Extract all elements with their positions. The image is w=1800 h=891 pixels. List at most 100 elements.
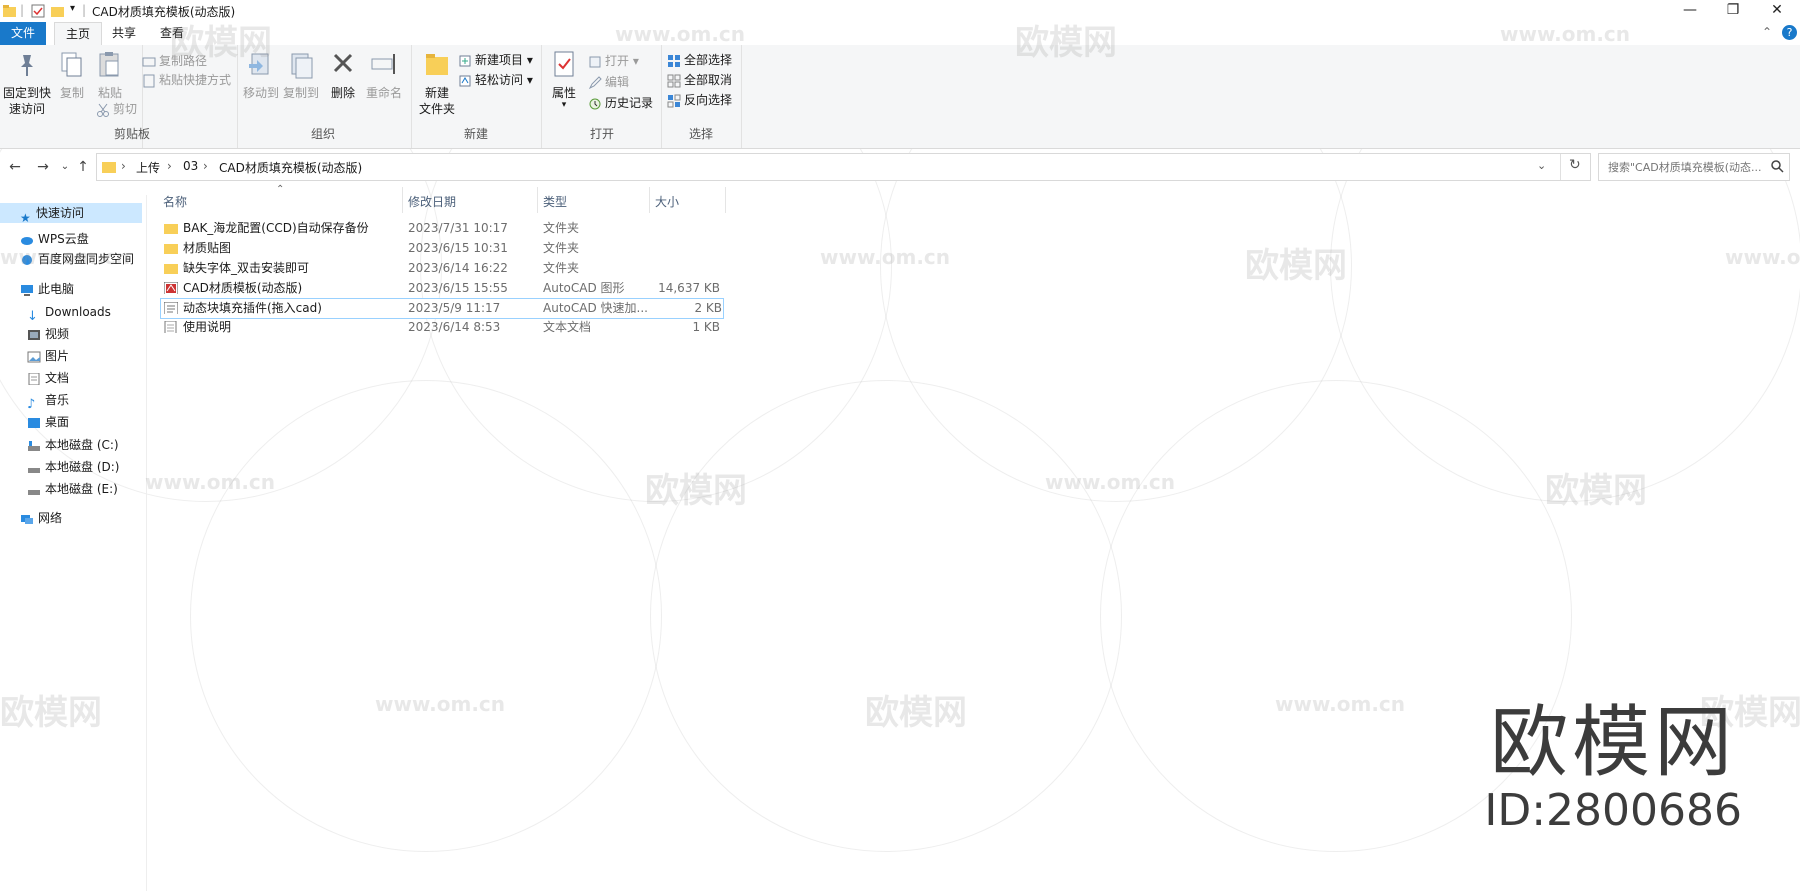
picture-icon [27, 351, 41, 362]
column-separator[interactable] [649, 187, 650, 213]
close-button[interactable]: ✕ [1757, 0, 1797, 22]
tab-file[interactable]: 文件 [0, 22, 46, 45]
tab-share[interactable]: 共享 [104, 22, 144, 45]
nav-item-baidu-sync[interactable]: 百度网盘同步空间 [20, 249, 134, 269]
rename-label: 重命名 [365, 86, 402, 100]
refresh-icon[interactable]: ↻ [1569, 157, 1581, 173]
file-type: 文件夹 [543, 261, 580, 275]
minimize-button[interactable]: — [1670, 0, 1710, 22]
address-bar[interactable]: › 上传 › 03 › CAD材质填充模板(动态版) ⌄ ↻ [96, 153, 1591, 181]
nav-item-downloads[interactable]: ↓ Downloads [27, 302, 111, 324]
tab-view[interactable]: 查看 [152, 22, 192, 45]
delete-button[interactable]: 删除 [326, 49, 360, 101]
properties-dropdown-icon[interactable]: ▾ [546, 101, 582, 110]
help-icon[interactable]: ? [1782, 25, 1797, 40]
nav-item-documents[interactable]: 文档 [27, 368, 69, 388]
clipboard-group-label: 剪贴板 [113, 127, 150, 141]
nav-item-drive-d[interactable]: 本地磁盘 (D:) [27, 457, 119, 477]
forward-arrow-icon[interactable]: → [34, 158, 52, 176]
column-header-date[interactable]: 修改日期 [408, 193, 456, 211]
file-date: 2023/6/15 15:55 [408, 281, 508, 295]
watermark-site: www.om.cn [820, 245, 951, 269]
copy-path-button[interactable]: 复制路径 [142, 52, 207, 70]
file-name: 使用说明 [183, 320, 232, 334]
file-row[interactable]: 缺失字体_双击安装即可 2023/6/14 16:22 文件夹 [160, 259, 722, 278]
pc-icon [21, 284, 33, 296]
history-icon [589, 98, 601, 109]
nav-item-wps-cloud[interactable]: WPS云盘 [20, 229, 89, 249]
new-folder-qa-icon[interactable] [50, 3, 66, 19]
search-input[interactable] [1606, 160, 1770, 175]
invert-selection-button[interactable]: 反向选择 [667, 91, 732, 109]
column-header-size[interactable]: 大小 [655, 193, 679, 211]
file-row-selected[interactable]: 动态块填充插件(拖入cad) 2023/5/9 11:17 AutoCAD 快速… [160, 298, 724, 319]
move-to-button[interactable]: 移动到 [242, 49, 280, 101]
up-arrow-icon[interactable]: ↑ [74, 158, 92, 176]
file-size: 14,637 KB [658, 281, 720, 295]
select-none-label: 全部取消 [684, 73, 733, 87]
nav-item-drive-e[interactable]: 本地磁盘 (E:) [27, 479, 118, 499]
watermark-brand: 欧模网 [1245, 246, 1347, 286]
tab-home[interactable]: 主页 [54, 22, 102, 47]
edit-icon [588, 75, 602, 89]
file-row[interactable]: 材质贴图 2023/6/15 10:31 文件夹 [160, 239, 722, 258]
file-row[interactable]: BAK_海龙配置(CCD)自动保存备份 2023/7/31 10:17 文件夹 [160, 219, 722, 238]
new-item-icon [459, 55, 471, 66]
breadcrumb-item[interactable]: CAD材质填充模板(动态版) [219, 159, 362, 176]
back-arrow-icon[interactable]: ← [6, 158, 24, 176]
column-header-type[interactable]: 类型 [543, 193, 567, 211]
breadcrumb-item[interactable]: 上传 [136, 159, 160, 176]
search-icon[interactable] [1771, 160, 1784, 173]
new-item-button[interactable]: 新建项目 ▾ [458, 51, 533, 69]
nav-item-music[interactable]: ♪ 音乐 [27, 390, 69, 412]
download-icon: ↓ [27, 308, 38, 324]
maximize-button[interactable]: ❐ [1713, 0, 1753, 22]
breadcrumb-separator: › [203, 159, 208, 173]
brand-id: ID:2800686 [1484, 785, 1742, 836]
select-all-button[interactable]: 全部选择 [667, 51, 732, 69]
nav-item-videos[interactable]: 视频 [27, 324, 69, 344]
nav-item-drive-c[interactable]: 本地磁盘 (C:) [27, 435, 119, 455]
folder-icon [164, 224, 178, 234]
breadcrumb-separator: › [167, 159, 172, 173]
column-header-name[interactable]: 名称 [163, 193, 187, 211]
rename-button[interactable]: 重命名 [364, 49, 404, 101]
nav-item-desktop[interactable]: 桌面 [27, 412, 69, 432]
nav-item-network[interactable]: 网络 [20, 508, 62, 528]
copy-button[interactable]: 复制 [56, 49, 88, 101]
properties-button[interactable]: 属性 ▾ [546, 49, 582, 110]
ribbon-collapse-icon[interactable]: ⌃ [1762, 25, 1772, 39]
network-icon [21, 514, 33, 524]
edit-button[interactable]: 编辑 [588, 73, 629, 91]
watermark-site: www.om.cn [1045, 470, 1176, 494]
qa-dropdown-icon[interactable]: ▾ [70, 3, 75, 19]
watermark-site: www.om.cn [1275, 692, 1406, 716]
nav-item-quick-access[interactable]: ★ 快速访问 [20, 203, 84, 225]
paste-shortcut-button[interactable]: 粘贴快捷方式 [142, 71, 231, 89]
copy-to-button[interactable]: 复制到 [282, 49, 320, 101]
open-button[interactable]: 打开 ▾ [588, 52, 639, 70]
video-icon [28, 329, 40, 340]
file-name: 动态块填充插件(拖入cad) [183, 301, 322, 315]
cut-button[interactable]: 剪切 [96, 100, 137, 118]
properties-qa-icon[interactable] [30, 3, 46, 19]
paste-button[interactable]: 粘贴 [94, 49, 126, 101]
address-dropdown-icon[interactable]: ⌄ [1537, 159, 1546, 172]
nav-item-this-pc[interactable]: 此电脑 [20, 279, 74, 299]
history-button[interactable]: 历史记录 [588, 94, 653, 112]
column-separator[interactable] [537, 187, 538, 213]
nav-item-pictures[interactable]: 图片 [27, 346, 69, 366]
column-separator[interactable] [402, 187, 403, 213]
file-row[interactable]: 使用说明 2023/6/14 8:53 文本文档 1 KB [160, 318, 722, 337]
column-separator[interactable] [725, 187, 726, 213]
new-folder-button[interactable]: 新建 文件夹 [416, 49, 458, 117]
file-row[interactable]: CAD材质模板(动态版) 2023/6/15 15:55 AutoCAD 图形 … [160, 279, 722, 298]
pin-quick-access-button[interactable]: 固定到快 速访问 [2, 49, 52, 117]
file-name: 缺失字体_双击安装即可 [183, 261, 310, 275]
easy-access-button[interactable]: 轻松访问 ▾ [458, 71, 533, 89]
folder-icon [102, 162, 116, 173]
select-none-button[interactable]: 全部取消 [667, 71, 732, 89]
search-box[interactable] [1598, 153, 1790, 181]
recent-locations-chevron-icon[interactable]: ⌄ [56, 158, 74, 176]
breadcrumb-item[interactable]: 03 [183, 159, 198, 173]
